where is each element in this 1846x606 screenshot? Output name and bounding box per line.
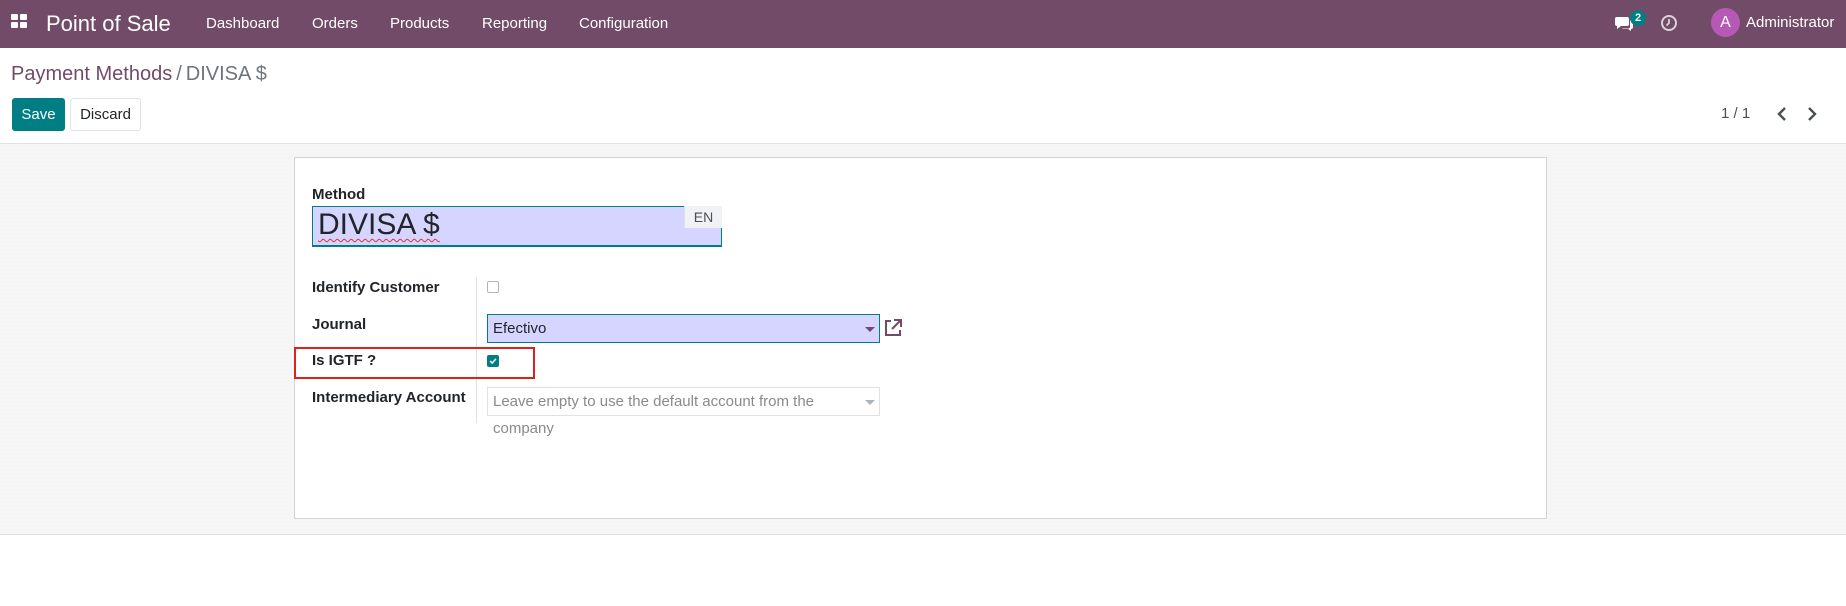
intermediary-account-label: Intermediary Account bbox=[312, 389, 466, 406]
dropdown-caret-icon bbox=[865, 327, 875, 332]
external-link-icon[interactable] bbox=[882, 317, 904, 339]
breadcrumb-parent[interactable]: Payment Methods bbox=[11, 63, 172, 85]
menu-configuration[interactable]: Configuration bbox=[579, 15, 668, 32]
chevron-left-icon[interactable] bbox=[1773, 104, 1791, 124]
menu-orders[interactable]: Orders bbox=[312, 15, 358, 32]
language-button[interactable]: EN bbox=[684, 206, 722, 228]
journal-value: Efectivo bbox=[493, 320, 547, 337]
method-label: Method bbox=[312, 186, 366, 203]
method-name-value: DIVISA $ bbox=[318, 208, 440, 241]
intermediary-account-select[interactable]: Leave empty to use the default account f… bbox=[487, 387, 880, 437]
journal-select[interactable]: Efectivo bbox=[487, 314, 880, 343]
breadcrumb-separator: / bbox=[176, 63, 182, 85]
app-title[interactable]: Point of Sale bbox=[46, 11, 171, 37]
apps-grid-icon[interactable] bbox=[11, 14, 29, 30]
top-navbar: Point of Sale Dashboard Orders Products … bbox=[0, 0, 1846, 48]
journal-label: Journal bbox=[312, 316, 367, 333]
clock-icon[interactable] bbox=[1660, 14, 1678, 32]
pager-value[interactable]: 1 / 1 bbox=[1721, 105, 1750, 122]
breadcrumb: Payment Methods / DIVISA $ bbox=[11, 63, 267, 86]
method-name-input[interactable]: DIVISA $ bbox=[312, 206, 722, 247]
chat-badge: 2 bbox=[1630, 10, 1646, 26]
chevron-right-icon[interactable] bbox=[1803, 104, 1821, 124]
identify-customer-label: Identify Customer bbox=[312, 279, 440, 296]
avatar[interactable]: A bbox=[1711, 8, 1740, 37]
menu-dashboard[interactable]: Dashboard bbox=[206, 15, 279, 32]
dropdown-caret-icon bbox=[865, 400, 875, 405]
menu-reporting[interactable]: Reporting bbox=[482, 15, 547, 32]
breadcrumb-current: DIVISA $ bbox=[185, 63, 267, 85]
user-name[interactable]: Administrator bbox=[1746, 14, 1834, 31]
save-button[interactable]: Save bbox=[12, 98, 65, 131]
menu-products[interactable]: Products bbox=[390, 15, 449, 32]
identify-customer-checkbox[interactable] bbox=[487, 281, 499, 293]
igtf-highlight-box bbox=[294, 347, 535, 379]
discard-button[interactable]: Discard bbox=[70, 98, 141, 131]
